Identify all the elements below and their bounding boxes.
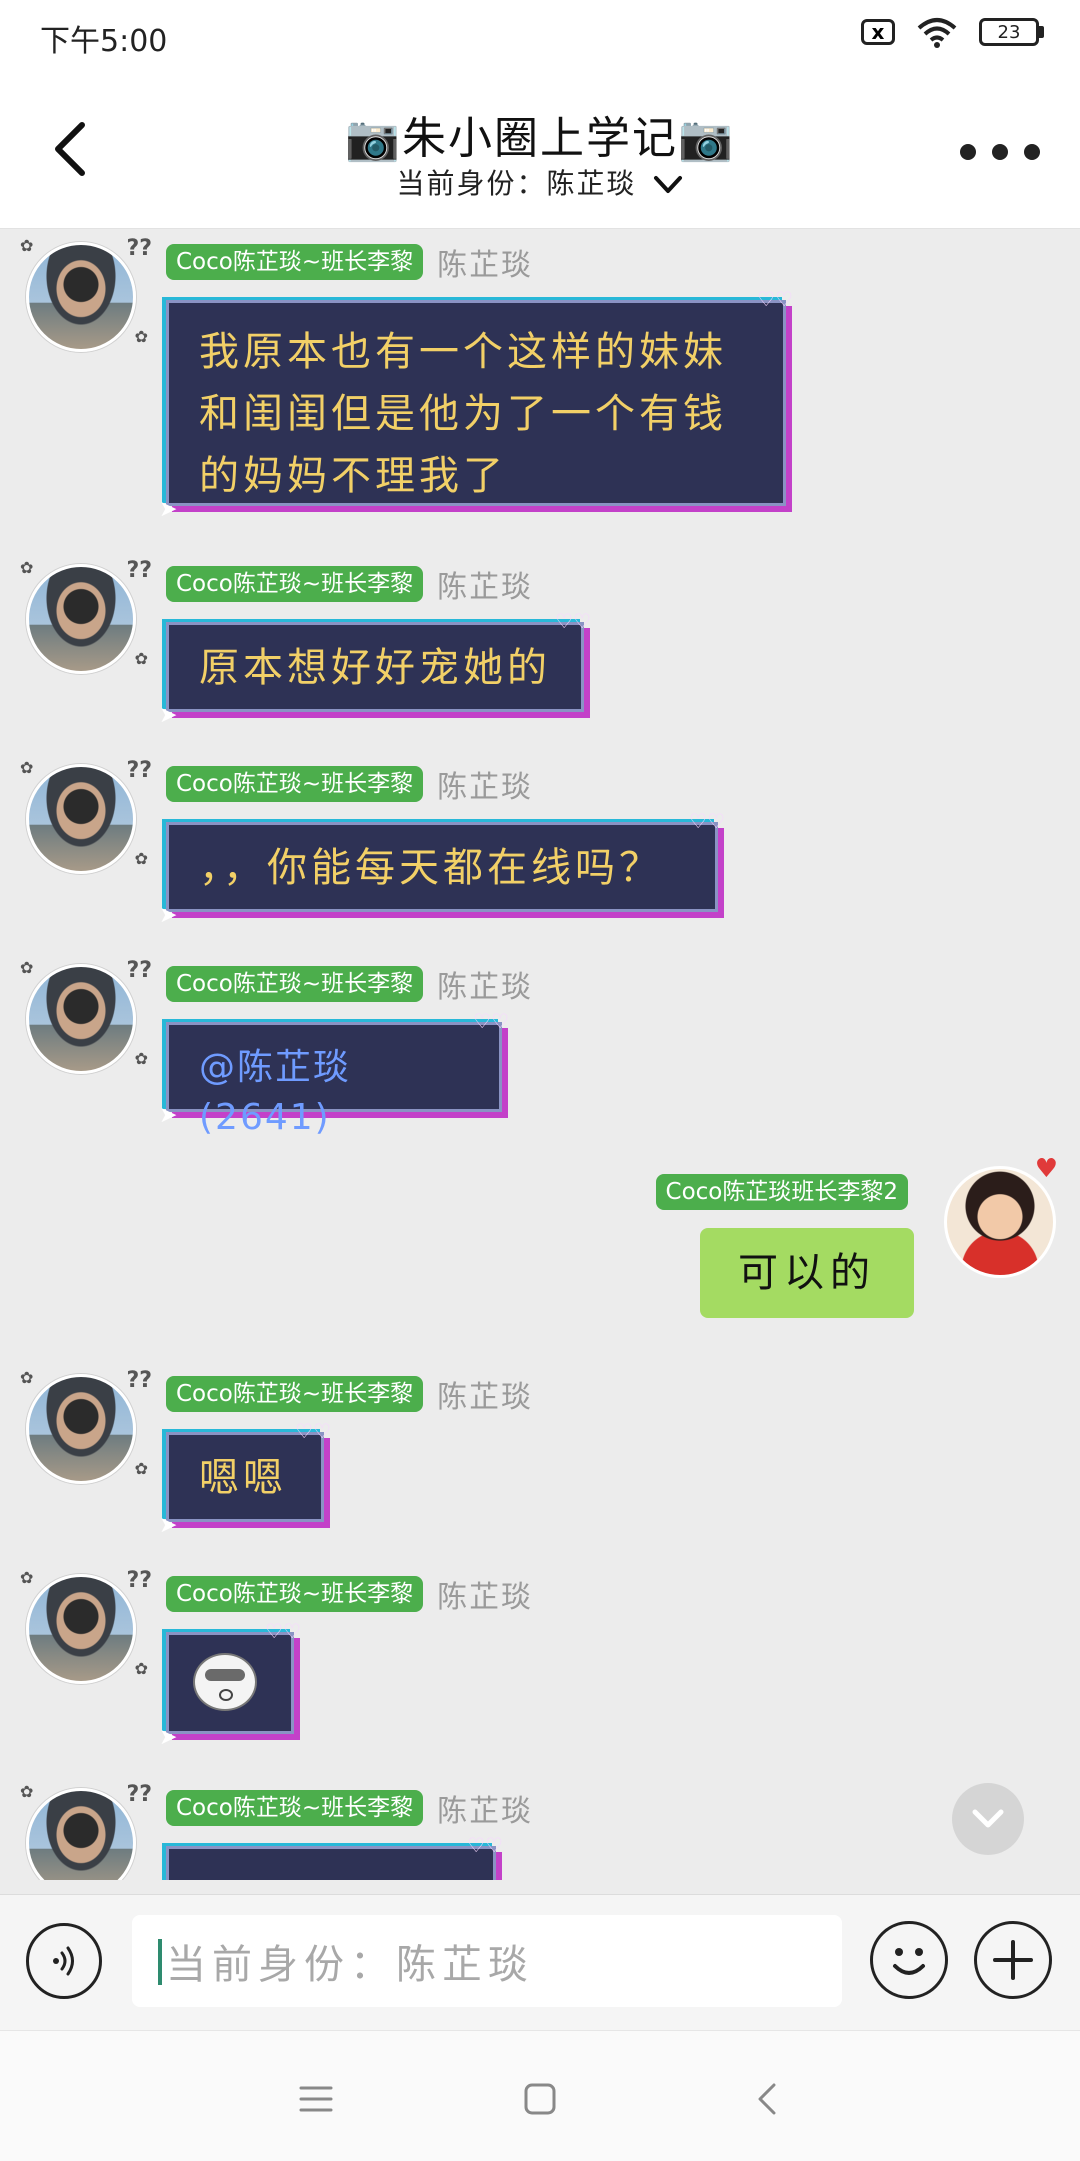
sender-info: Coco陈芷琰~班长李黎 陈芷琰 [166, 1372, 533, 1416]
heart-deco-icon: ♡♡ [757, 287, 793, 311]
heart-deco-icon: ♡♡ [689, 809, 725, 833]
sender-info: Coco陈芷琰~班长李黎 陈芷琰 [166, 240, 533, 284]
heart-deco-icon: ♡♡ [467, 1833, 503, 1857]
sender-avatar[interactable]: ?? ✿ ✿ [20, 558, 152, 682]
sender-name: 陈芷琰 [437, 970, 534, 1005]
cursor-deco-icon: ➤ [159, 1725, 182, 1750]
message-bubble[interactable]: 原本想好好宠她的 ♡♡ ➤ [159, 611, 591, 727]
message-text: 原本想好好宠她的 [199, 645, 551, 691]
sender-avatar[interactable]: ?? ✿ [20, 1782, 152, 1880]
sender-tag: Coco陈芷琰班长李黎2 [655, 1174, 908, 1210]
text-caret [158, 1939, 162, 1985]
heart-deco-icon: ♡♡ [295, 1419, 331, 1443]
sender-name: 陈芷琰 [437, 248, 534, 283]
input-bar: 当前身份：陈芷琰 [0, 1894, 1080, 2031]
identity-label: 当前身份： [396, 167, 547, 200]
battery-icon: 23 [979, 18, 1044, 46]
sender-tag: Coco陈芷琰~班长李黎 [166, 566, 424, 602]
scroll-to-bottom-button[interactable] [952, 1783, 1024, 1855]
message-bubble[interactable]: 可以的 [700, 1228, 914, 1318]
chevron-down-icon [654, 176, 683, 193]
message-bubble[interactable]: 嗯嗯 ♡♡ ➤ [159, 1421, 331, 1537]
nav-back-button[interactable] [736, 2069, 796, 2129]
mention-link[interactable]: @陈芷琰(2641) [199, 1047, 351, 1138]
cursor-deco-icon: ➤ [159, 1513, 182, 1538]
sender-info: Coco陈芷琰~班长李黎 陈芷琰 [166, 1786, 533, 1830]
message-text: 可以的 [738, 1250, 876, 1296]
sender-tag: Coco陈芷琰~班长李黎 [166, 244, 424, 280]
cursor-deco-icon: ➤ [159, 497, 182, 522]
sender-tag: Coco陈芷琰~班长李黎 [166, 1790, 424, 1826]
battery-level: 23 [997, 21, 1021, 43]
system-nav-bar [0, 2030, 1080, 2161]
wifi-icon [917, 18, 957, 48]
sender-avatar[interactable]: ?? ✿ ✿ [20, 758, 152, 882]
chat-title: 📷朱小圈上学记📷 [345, 113, 735, 164]
sender-tag: Coco陈芷琰~班长李黎 [166, 966, 424, 1002]
back-triangle-icon [758, 2083, 776, 2115]
more-options-button[interactable] [960, 132, 1040, 172]
message-bubble[interactable]: 我原本也有一个这样的妹妹和闺闺但是他为了一个有钱的妈妈不理我了 ♡♡ ➤ [159, 289, 793, 521]
identity-value: 陈芷琰 [546, 167, 637, 200]
cursor-deco-icon: ➤ [159, 703, 182, 728]
menu-icon [299, 2086, 333, 2112]
message-input[interactable]: 当前身份：陈芷琰 [132, 1915, 842, 2007]
home-square-icon [524, 2083, 556, 2115]
sticker-face-icon [193, 1653, 257, 1711]
emoji-button[interactable] [870, 1921, 948, 1999]
sender-info: Coco陈芷琰~班长李黎 陈芷琰 [166, 962, 533, 1006]
sim-off-icon: x [861, 19, 895, 45]
message-bubble[interactable]: ♡♡ [166, 1835, 503, 1880]
sender-name: 陈芷琰 [437, 1380, 534, 1415]
sender-avatar[interactable]: ?? ✿ ✿ [20, 1568, 152, 1692]
message-bubble[interactable]: @陈芷琰(2641) ♡♡ ➤ [159, 1011, 509, 1138]
sender-info: Coco陈芷琰~班长李黎 陈芷琰 [166, 762, 533, 806]
nav-home-button[interactable] [510, 2069, 570, 2129]
more-actions-button[interactable] [974, 1921, 1052, 1999]
sender-name: 陈芷琰 [437, 1580, 534, 1615]
sender-tag: Coco陈芷琰~班长李黎 [166, 766, 424, 802]
voice-button[interactable] [26, 1923, 102, 1999]
cursor-deco-icon: ➤ [159, 1103, 180, 1128]
message-bubble[interactable]: ，，你能每天都在线吗？ ♡♡ ➤ [159, 811, 725, 927]
sender-avatar[interactable]: ?? ✿ ✿ [20, 1368, 152, 1492]
message-list[interactable]: ?? ✿ ✿ Coco陈芷琰~班长李黎 陈芷琰 我原本也有一个这样的妹妹和闺闺但… [0, 230, 1080, 1880]
heart-deco-icon: ♡♡ [555, 609, 591, 633]
message-text: ，，你能每天都在线吗？ [199, 845, 663, 891]
status-time: 下午5:00 [40, 24, 168, 59]
plus-icon [993, 1940, 1033, 1980]
sender-avatar[interactable]: ?? ✿ ✿ [20, 236, 152, 360]
sender-info: Coco陈芷琰~班长李黎 陈芷琰 [166, 1572, 533, 1616]
message-input-placeholder: 当前身份：陈芷琰 [166, 1942, 534, 1988]
sender-avatar[interactable]: ?? ✿ ✿ [20, 958, 152, 1082]
status-bar: 下午5:00 x 23 [0, 0, 1080, 74]
heart-deco-icon: ♥ [1034, 1154, 1058, 1184]
voice-icon [53, 1946, 74, 1976]
message-text: 嗯嗯 [199, 1455, 287, 1501]
nav-menu-button[interactable] [286, 2069, 346, 2129]
heart-deco-icon: ♡♡ [473, 1009, 509, 1033]
emoji-icon [893, 1948, 925, 1975]
message-text: 我原本也有一个这样的妹妹和闺闺但是他为了一个有钱的妈妈不理我了 [199, 329, 727, 499]
chevron-down-icon [972, 1809, 1004, 1828]
sender-name: 陈芷琰 [437, 570, 534, 605]
sender-name: 陈芷琰 [437, 1794, 534, 1829]
chat-header: 📷朱小圈上学记📷 当前身份：陈芷琰 [0, 74, 1080, 229]
identity-switcher[interactable]: 当前身份：陈芷琰 [0, 162, 1080, 202]
heart-deco-icon: ♡♡ [265, 1619, 301, 1643]
status-icons: x 23 [861, 16, 1044, 48]
sender-info: Coco陈芷琰~班长李黎 陈芷琰 [166, 562, 533, 606]
sender-tag: Coco陈芷琰~班长李黎 [166, 1576, 424, 1612]
sender-tag: Coco陈芷琰~班长李黎 [166, 1376, 424, 1412]
cursor-deco-icon: ➤ [159, 903, 182, 928]
sticker-bubble[interactable]: ♡♡ ➤ [159, 1621, 301, 1749]
sender-name: 陈芷琰 [437, 770, 534, 805]
more-dots-icon [960, 144, 976, 160]
